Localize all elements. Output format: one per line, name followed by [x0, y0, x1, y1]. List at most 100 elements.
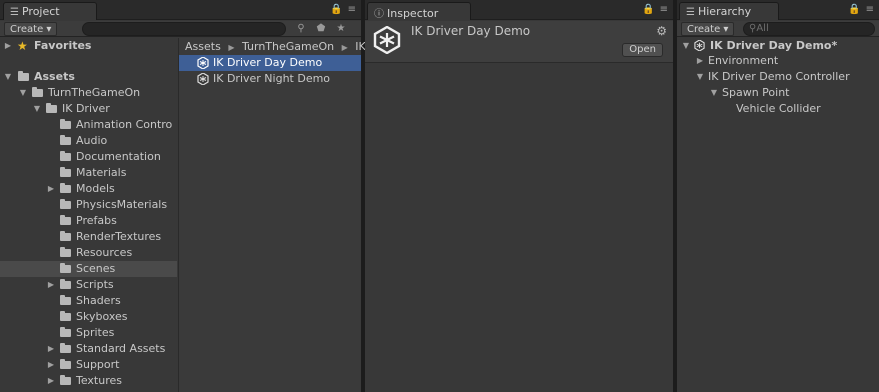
folder-label: Standard Assets — [76, 342, 166, 355]
expand-arrow-icon[interactable]: ▼ — [709, 85, 719, 101]
folder-tree-item[interactable]: ▶ Standard Assets — [0, 341, 177, 357]
tab-hierarchy[interactable]: ☰ Hierarchy — [679, 2, 779, 20]
hierarchy-item-label: Vehicle Collider — [736, 102, 821, 115]
gear-icon[interactable]: ⚙ — [656, 24, 667, 38]
folder-tree-item[interactable]: ▼ TurnTheGameOn — [0, 85, 177, 101]
folder-tree: ▶ ★ Favorites ▼ Assets ▼ TurnTheGameOn ▼ IK… — [0, 38, 177, 392]
folder-tree-item[interactable]: Prefabs — [0, 213, 177, 229]
folder-tree-item[interactable]: Documentation — [0, 149, 177, 165]
inspector-tabbar: ⓘ Inspector 🔒 ≡ — [365, 0, 673, 20]
scene-row[interactable]: ▼ IK Driver Day Demo* — [677, 38, 879, 54]
tab-inspector[interactable]: ⓘ Inspector — [367, 2, 471, 20]
folder-label: Sprites — [76, 326, 115, 339]
file-item-day-demo[interactable]: IK Driver Day Demo — [179, 55, 361, 71]
expand-arrow-icon[interactable]: ▶ — [46, 277, 56, 293]
star-icon: ★ — [17, 39, 28, 53]
hierarchy-search-input[interactable]: ⚲All — [743, 22, 875, 36]
menu-icon[interactable]: ≡ — [348, 4, 357, 15]
search-by-type-icon[interactable]: ⚲ — [293, 22, 309, 36]
folder-tree-item[interactable]: ▶ Textures — [0, 373, 177, 389]
search-placeholder: All — [756, 23, 769, 34]
menu-icon[interactable]: ≡ — [660, 4, 669, 15]
expand-arrow-icon[interactable]: ▶ — [695, 53, 705, 69]
favorite-star-icon[interactable]: ★ — [333, 22, 349, 36]
open-button[interactable]: Open — [622, 43, 663, 57]
breadcrumb-item[interactable]: TurnTheGameOn — [242, 40, 334, 53]
hierarchy-toolbar: Create ▾ ⚲All — [677, 21, 879, 37]
folder-label: IK Driver — [62, 102, 110, 115]
folder-icon — [60, 215, 71, 225]
lock-icon[interactable]: 🔒 — [330, 4, 343, 15]
folder-label: RenderTextures — [76, 230, 162, 243]
folder-icon — [60, 311, 71, 321]
search-input[interactable] — [82, 22, 286, 36]
expand-arrow-icon[interactable]: ▼ — [3, 69, 13, 85]
hierarchy-tabbar: ☰ Hierarchy 🔒 ≡ — [677, 0, 879, 20]
hierarchy-item-label: Spawn Point — [722, 86, 790, 99]
folder-label: Prefabs — [76, 214, 117, 227]
create-button[interactable]: Create ▾ — [4, 22, 58, 36]
unity-scene-icon — [197, 73, 209, 85]
file-label: IK Driver Day Demo — [213, 56, 323, 69]
folder-icon — [18, 71, 29, 81]
expand-arrow-icon[interactable]: ▼ — [681, 38, 691, 54]
hierarchy-item-vehicle-collider[interactable]: Vehicle Collider — [677, 101, 879, 117]
folder-icon — [60, 151, 71, 161]
project-tab-controls[interactable]: 🔒 ≡ — [330, 4, 357, 15]
folder-tree-item[interactable]: Scenes — [0, 261, 177, 277]
folder-icon — [60, 327, 71, 337]
unity-scene-icon — [694, 40, 705, 51]
expand-arrow-icon[interactable]: ▶ — [46, 341, 56, 357]
unity-scene-icon — [197, 57, 209, 69]
file-item-night-demo[interactable]: IK Driver Night Demo — [179, 71, 361, 87]
menu-icon[interactable]: ≡ — [866, 4, 875, 15]
list-icon: ☰ — [10, 7, 19, 18]
hierarchy-item-label: IK Driver Demo Controller — [708, 70, 850, 83]
folder-label: PhysicsMaterials — [76, 198, 168, 211]
folder-tree-item[interactable]: Skyboxes — [0, 309, 177, 325]
folder-tree-item[interactable]: ▶ Support — [0, 357, 177, 373]
project-toolbar: Create ▾ ⚲ ⬟ ★ — [0, 21, 361, 37]
tab-project[interactable]: ☰ Project — [3, 2, 97, 20]
inspector-tab-controls[interactable]: 🔒 ≡ — [642, 4, 669, 15]
lock-icon[interactable]: 🔒 — [642, 4, 655, 15]
breadcrumb-item[interactable]: Assets — [185, 40, 221, 53]
folder-label: Support — [76, 358, 120, 371]
folder-icon — [60, 263, 71, 273]
expand-arrow-icon[interactable]: ▶ — [46, 357, 56, 373]
expand-arrow-icon[interactable]: ▼ — [18, 85, 28, 101]
folder-tree-item[interactable]: Sprites — [0, 325, 177, 341]
assets-row[interactable]: ▼ Assets — [0, 69, 177, 85]
folder-label: TurnTheGameOn — [48, 86, 141, 99]
hierarchy-item-controller[interactable]: ▼ IK Driver Demo Controller — [677, 69, 879, 85]
favorites-row[interactable]: ▶ ★ Favorites — [0, 38, 177, 54]
expand-arrow-icon[interactable]: ▶ — [3, 38, 13, 54]
folder-tree-item[interactable]: ▶ Scripts — [0, 277, 177, 293]
folder-icon — [32, 87, 43, 97]
folder-tree-item[interactable]: Resources — [0, 245, 177, 261]
folder-tree-item[interactable]: ▶ Models — [0, 181, 177, 197]
folder-tree-item[interactable]: Materials — [0, 165, 177, 181]
lock-icon[interactable]: 🔒 — [848, 4, 861, 15]
expand-arrow-icon[interactable]: ▶ — [46, 181, 56, 197]
assets-label: Assets — [34, 70, 75, 83]
folder-label: Materials — [76, 166, 127, 179]
hierarchy-item-spawn-point[interactable]: ▼ Spawn Point — [677, 85, 879, 101]
folder-tree-item[interactable]: Shaders — [0, 293, 177, 309]
folder-label: Audio — [76, 134, 108, 147]
folder-icon — [60, 247, 71, 257]
inspector-title: IK Driver Day Demo — [411, 24, 531, 38]
hierarchy-item-environment[interactable]: ▶ Environment — [677, 53, 879, 69]
folder-tree-item[interactable]: Audio — [0, 133, 177, 149]
folder-label: Textures — [76, 374, 122, 387]
folder-tree-item[interactable]: PhysicsMaterials — [0, 197, 177, 213]
search-by-label-icon[interactable]: ⬟ — [313, 22, 329, 36]
hierarchy-create-button[interactable]: Create ▾ — [681, 22, 735, 36]
expand-arrow-icon[interactable]: ▼ — [695, 69, 705, 85]
hierarchy-tab-controls[interactable]: 🔒 ≡ — [848, 4, 875, 15]
expand-arrow-icon[interactable]: ▼ — [32, 101, 42, 117]
folder-tree-item[interactable]: Animation Contro — [0, 117, 177, 133]
folder-tree-item[interactable]: RenderTextures — [0, 229, 177, 245]
expand-arrow-icon[interactable]: ▶ — [46, 373, 56, 389]
folder-tree-item[interactable]: ▼ IK Driver — [0, 101, 177, 117]
